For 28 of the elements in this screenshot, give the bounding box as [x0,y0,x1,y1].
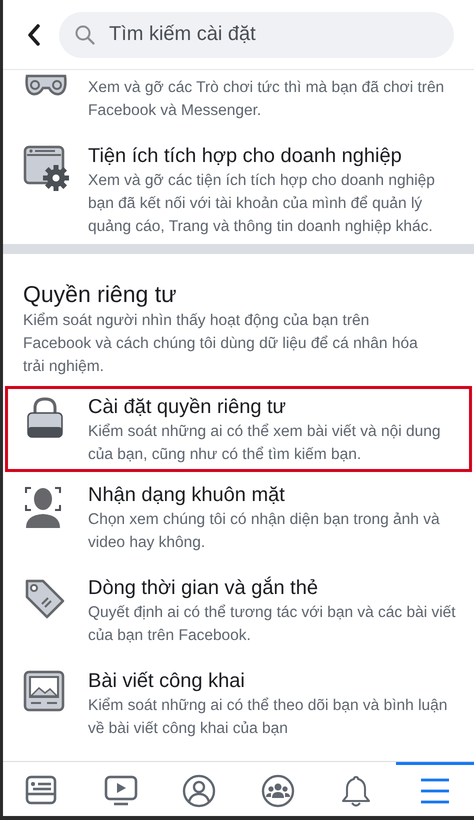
setting-title: Dòng thời gian và gắn thẻ [88,576,319,601]
setting-description: Kiểm soát những ai có thể theo dõi bạn và bình luận về bài viết công khai của bạn [88,696,448,739]
setting-row[interactable]: Bài viết công khai Kiểm soát những ai có thể theo dõi bạn và bình luận về bài viết công khai của bạn [3,658,474,751]
highlighted-setting-row[interactable]: Cài đặt quyền riêng tư Kiểm soát những ai có thể xem bài viết và nội dung của bạn, cũng như có thể tìm kiếm bạn. [5,386,472,472]
setting-description: Quyết định ai có thể tương tác với bạn và các bài viết của bạn trên Facebook. [88,603,457,646]
setting-description: Chọn xem chúng tôi có nhận diện bạn trong ảnh và video hay không. [88,510,441,553]
setting-row[interactable]: Tiện ích tích hợp cho doanh nghiệp Xem và gỡ các tiện ích tích hợp cho doanh nghiệp bạn đã kết nối với tài khoản của mình để quản lý quảng cáo, Trang và thông tin doanh nghiệp khác. [3,133,474,244]
search-icon [75,24,95,44]
setting-description: Xem và gỡ các tiện ích tích hợp cho doanh nghiệp bạn đã kết nối với tài khoản của mình để quản lý quảng cáo, Trang và thông tin doanh nghiệp khác. [88,171,436,237]
setting-row[interactable]: Nhận dạng khuôn mặt Chọn xem chúng tôi có nhận diện bạn trong ảnh và video hay không. [3,472,474,565]
setting-title: Cài đặt quyền riêng tư [88,395,287,420]
setting-row[interactable]: Dòng thời gian và gắn thẻ Quyết định ai có thể tương tác với bạn và các bài viết của bạn trên Facebook. [3,565,474,658]
setting-description: Xem và gỡ các Trò chơi tức thì mà bạn đã chơi trên Facebook và Messenger. [88,78,446,121]
section-title: Quyền riêng tư [22,280,178,309]
news-feed-icon [25,774,60,808]
video-icon [104,774,138,808]
setting-title: Nhận dạng khuôn mặt [88,483,286,508]
setting-description: Kiểm soát những ai có thể xem bài viết và nội dung của bạn, cũng như có thể tìm kiếm bạn. [88,422,442,465]
setting-row[interactable]: Xem và gỡ các Trò chơi tức thì mà bạn đã chơi trên Facebook và Messenger. [3,70,474,133]
search-field[interactable]: Tìm kiếm cài đặt [59,12,454,58]
back-icon [27,24,41,46]
groups-icon [260,774,295,808]
section-description: Kiểm soát người nhìn thấy hoạt động của bạn trên Facebook và cách chúng tôi dùng dữ liệu để cá nhân hóa trải nghiệm. [22,311,419,377]
gamepad-icon [22,72,68,96]
profile-icon [182,774,216,808]
setting-title: Bài viết công khai [88,669,246,694]
gear-window-icon [22,145,68,191]
setting-title: Tiện ích tích hợp cho doanh nghiệp [88,144,403,169]
